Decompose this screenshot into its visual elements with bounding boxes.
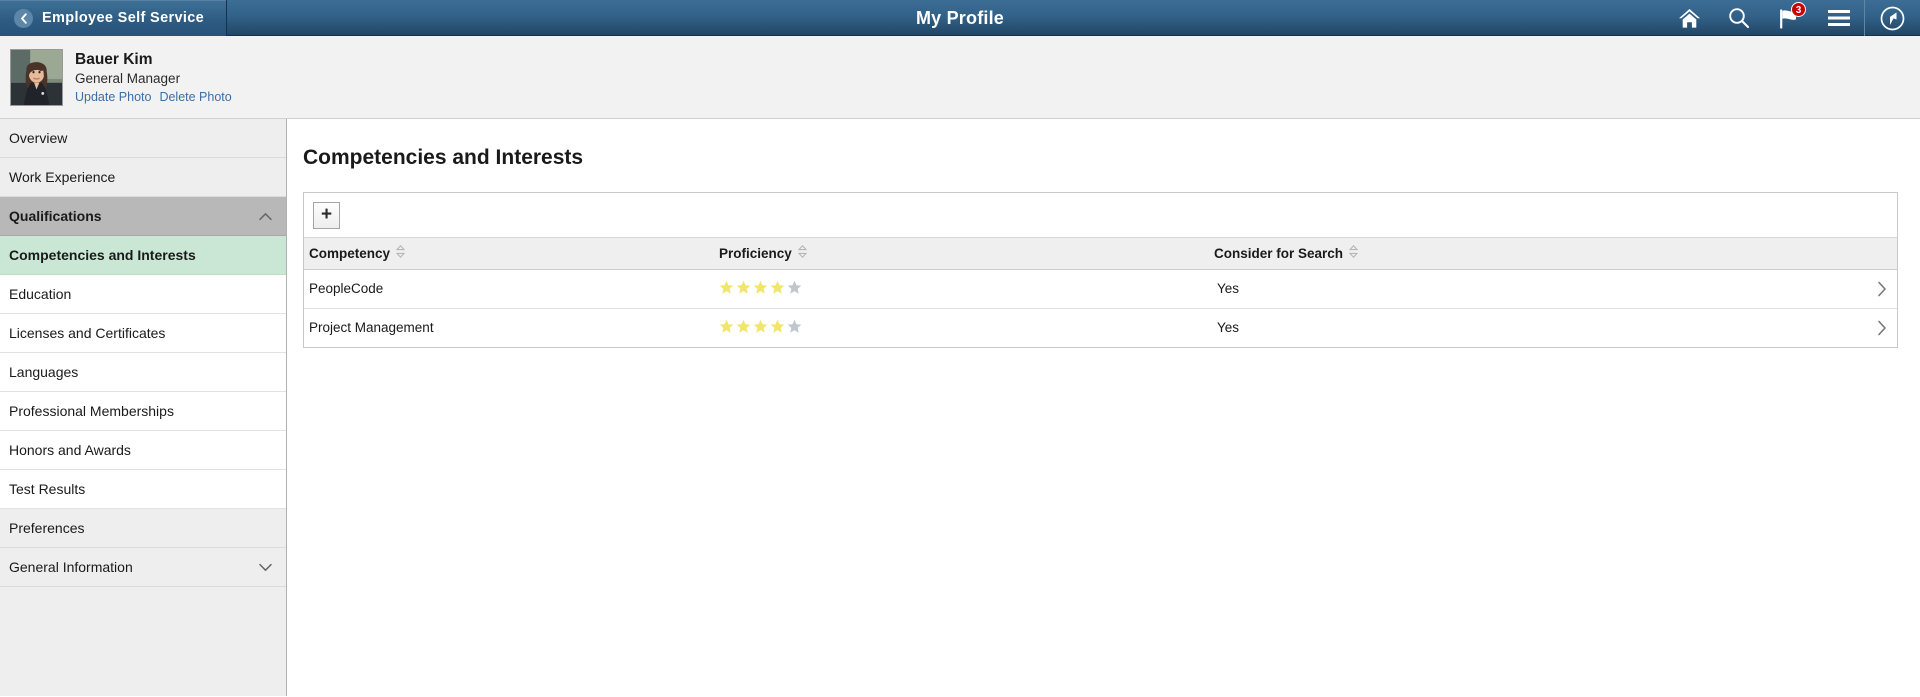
- cell-competency: Project Management: [304, 308, 714, 347]
- notification-count-badge: 3: [1791, 2, 1806, 17]
- proficiency-star-rating: [719, 319, 802, 334]
- home-icon[interactable]: [1664, 0, 1714, 36]
- cell-consider-for-search: Yes: [1217, 281, 1240, 296]
- star-filled-icon: [736, 319, 751, 334]
- cell-row-action[interactable]: [1857, 308, 1897, 347]
- sidebar-item-list: Overview Work Experience Qualifications Com…: [0, 119, 286, 587]
- employee-job-title: General Manager: [75, 71, 181, 87]
- chevron-right-icon[interactable]: [1862, 320, 1897, 336]
- main-content-area: Competencies and Interests + Competency: [287, 119, 1920, 696]
- sidebar-item-overview[interactable]: Overview: [0, 119, 286, 158]
- page-title: Competencies and Interests: [303, 146, 584, 169]
- column-header-consider-for-search-label: Consider for Search: [1214, 245, 1344, 261]
- table-body: PeopleCode Yes Project Management Yes: [304, 269, 1897, 347]
- star-empty-icon: [787, 280, 802, 295]
- notifications-flag-icon[interactable]: 3: [1764, 0, 1814, 36]
- sidebar-item-label: Education: [9, 286, 72, 302]
- table-row[interactable]: PeopleCode Yes: [304, 269, 1897, 309]
- chevron-up-icon[interactable]: [259, 212, 272, 221]
- star-filled-icon: [719, 280, 734, 295]
- cell-row-action[interactable]: [1857, 269, 1897, 309]
- cell-competency: PeopleCode: [304, 269, 714, 309]
- profile-text-block: Bauer Kim General Manager Update Photo D…: [75, 50, 232, 104]
- column-header-competency-label: Competency: [309, 245, 391, 261]
- star-filled-icon: [770, 280, 785, 295]
- sidebar-item-work-experience[interactable]: Work Experience: [0, 158, 286, 197]
- employee-photo[interactable]: [10, 48, 63, 106]
- search-icon[interactable]: [1714, 0, 1764, 36]
- back-to-employee-self-service-button[interactable]: Employee Self Service: [0, 0, 228, 36]
- back-tab-label: Employee Self Service: [42, 10, 205, 26]
- sidebar-item-label: General Information: [9, 559, 133, 575]
- table-header: Competency Proficiency Consider for Sear…: [304, 238, 1897, 270]
- column-header-consider-for-search[interactable]: Consider for Search: [1209, 238, 1857, 270]
- page-body: Overview Work Experience Qualifications Com…: [0, 119, 1920, 696]
- star-filled-icon: [736, 280, 751, 295]
- sidebar-item-label: Qualifications: [9, 208, 102, 224]
- sidebar-item-professional-memberships[interactable]: Professional Memberships: [0, 392, 286, 431]
- star-filled-icon: [770, 319, 785, 334]
- cell-consider-for-search: Yes: [1217, 320, 1240, 336]
- header-icon-group: 3: [1664, 0, 1920, 36]
- sidebar-empty-area: [0, 587, 286, 696]
- sidebar-item-label: Work Experience: [9, 169, 116, 185]
- cell-proficiency: [714, 308, 1209, 347]
- sort-arrows-icon[interactable]: [1348, 245, 1359, 261]
- competencies-grid: + Competency Proficiency Consider for Se…: [303, 192, 1898, 348]
- add-competency-button[interactable]: +: [313, 201, 340, 229]
- cell-consider-for-search-wrap: Yes: [1209, 308, 1857, 347]
- sidebar-item-languages[interactable]: Languages: [0, 353, 286, 392]
- column-header-competency[interactable]: Competency: [304, 238, 714, 270]
- star-empty-icon: [787, 319, 802, 334]
- sidebar-item-label: Preferences: [9, 520, 85, 536]
- profile-summary-strip: Bauer Kim General Manager Update Photo D…: [0, 36, 1920, 119]
- sort-arrows-icon[interactable]: [797, 245, 808, 261]
- chevron-down-icon[interactable]: [259, 563, 272, 572]
- column-header-row-action: [1857, 238, 1897, 270]
- chevron-left-icon: [14, 8, 33, 28]
- sidebar-item-general-information[interactable]: General Information: [0, 548, 286, 587]
- sidebar-item-test-results[interactable]: Test Results: [0, 470, 286, 509]
- sidebar-item-label: Professional Memberships: [9, 403, 174, 419]
- sidebar-item-honors-and-awards[interactable]: Honors and Awards: [0, 431, 286, 470]
- grid-toolbar: +: [304, 193, 1897, 238]
- sidebar-item-label: Test Results: [9, 481, 86, 497]
- sidebar-item-licenses-and-certificates[interactable]: Licenses and Certificates: [0, 314, 286, 353]
- sidebar-item-competencies-and-interests[interactable]: Competencies and Interests: [0, 236, 286, 275]
- sidebar-item-label: Overview: [9, 130, 68, 146]
- photo-action-links: Update Photo Delete Photo: [75, 90, 232, 104]
- sidebar-item-label: Competencies and Interests: [9, 247, 196, 263]
- profile-sidebar-nav: Overview Work Experience Qualifications Com…: [0, 119, 287, 696]
- table-row[interactable]: Project Management Yes: [304, 308, 1897, 347]
- sidebar-item-label: Honors and Awards: [9, 442, 131, 458]
- star-filled-icon: [719, 319, 734, 334]
- sidebar-item-label: Languages: [9, 364, 79, 380]
- chevron-right-icon[interactable]: [1862, 281, 1897, 297]
- page-header-title: My Profile: [915, 8, 1005, 28]
- column-header-proficiency-label: Proficiency: [719, 245, 792, 261]
- competencies-table: Competency Proficiency Consider for Sear…: [304, 238, 1897, 347]
- update-photo-link[interactable]: Update Photo: [75, 90, 151, 104]
- actions-menu-icon[interactable]: [1814, 0, 1864, 36]
- app-header: Employee Self Service My Profile 3: [0, 0, 1920, 36]
- cell-proficiency: [714, 269, 1209, 309]
- sidebar-item-education[interactable]: Education: [0, 275, 286, 314]
- column-header-proficiency[interactable]: Proficiency: [714, 238, 1209, 270]
- proficiency-star-rating: [719, 280, 802, 295]
- delete-photo-link[interactable]: Delete Photo: [159, 90, 231, 104]
- sidebar-item-preferences[interactable]: Preferences: [0, 509, 286, 548]
- sort-arrows-icon[interactable]: [395, 245, 406, 261]
- star-filled-icon: [753, 280, 768, 295]
- employee-name: Bauer Kim: [75, 51, 153, 69]
- star-filled-icon: [753, 319, 768, 334]
- table-header-row: Competency Proficiency Consider for Sear…: [304, 238, 1897, 270]
- navbar-compass-icon[interactable]: [1864, 0, 1920, 36]
- sidebar-item-label: Licenses and Certificates: [9, 325, 166, 341]
- sidebar-item-qualifications[interactable]: Qualifications: [0, 197, 286, 236]
- cell-consider-for-search-wrap: Yes: [1209, 269, 1857, 309]
